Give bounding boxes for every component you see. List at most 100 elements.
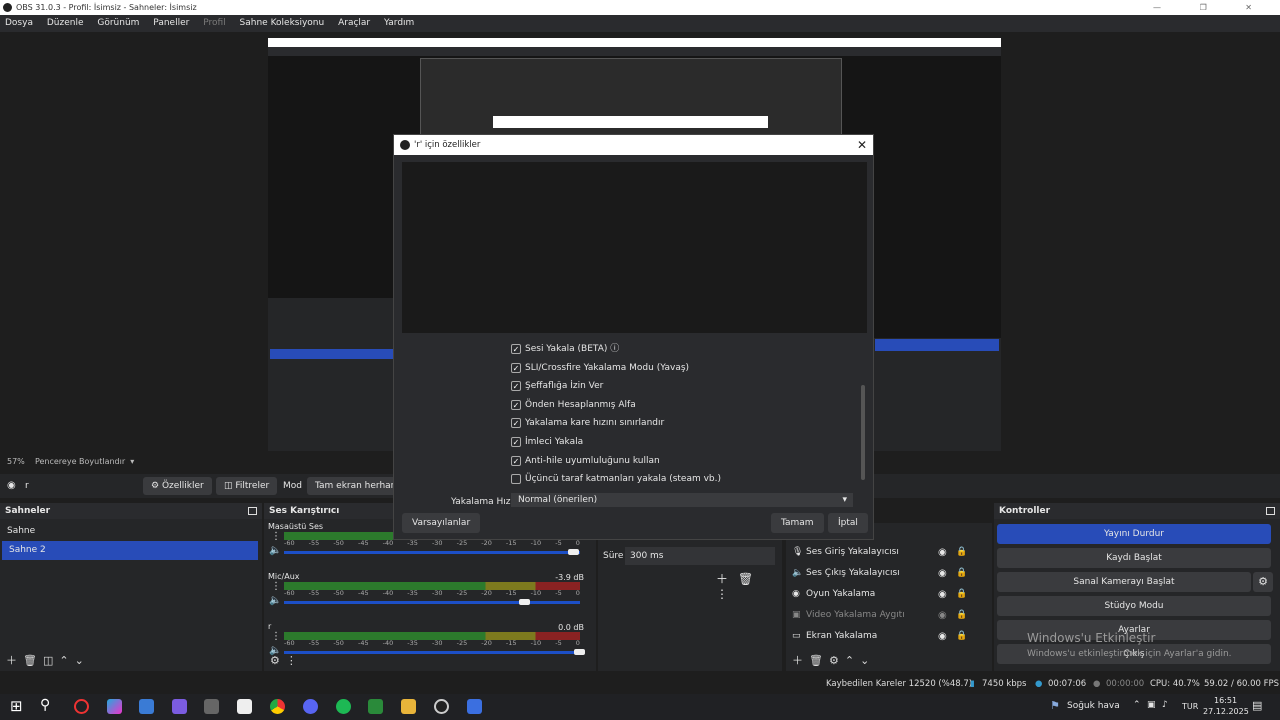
channel-menu-icon[interactable]: ⋮ [271,581,281,592]
option-checkbox[interactable]: ✓ Önden Hesaplanmış Alfa [511,398,636,412]
checkbox-checked-icon[interactable]: ✓ [511,344,521,354]
channel-menu-icon[interactable]: ⋮ [271,631,281,642]
eye-icon[interactable]: ◉ [938,584,947,605]
virtual-camera-gear-icon[interactable]: ⚙ [1253,572,1273,592]
ok-button[interactable]: Tamam [771,513,824,533]
scene-item-sahne[interactable]: Sahne [0,522,262,541]
menu-scene-collection[interactable]: Sahne Koleksiyonu [240,18,325,28]
checkbox-empty-icon[interactable] [511,474,521,485]
option-checkbox[interactable]: ✓ SLI/Crossfire Yakalama Modu (Yavaş) [511,361,689,375]
cancel-button[interactable]: İptal [828,513,868,533]
folder-icon[interactable] [401,699,416,714]
source-item[interactable]: ◉ Oyun Yakalama ◉ 🔒 [786,584,992,605]
option-checkbox[interactable]: ✓ Şeffaflığa İzin Ver [511,379,603,393]
down-arrow-icon[interactable]: ⌄ [860,654,875,667]
duration-spinbox[interactable]: 300 ms [625,547,775,565]
volume-slider[interactable] [284,601,580,604]
filter-icon[interactable]: ◫ [43,654,59,667]
properties-button[interactable]: ⚙ Özellikler [143,477,212,495]
up-arrow-icon[interactable]: ⌃ [845,654,860,667]
scene-item-sahne-2[interactable]: Sahne 2 [2,541,258,560]
checkbox-checked-icon[interactable]: ✓ [511,399,521,410]
mixer-menu-icon[interactable]: ⋮ [286,654,303,667]
discord-icon[interactable] [303,699,318,714]
trash-icon[interactable]: 🗑 [809,654,829,667]
menu-view[interactable]: Görünüm [97,18,139,28]
volume-knob[interactable] [568,549,580,555]
eye-icon[interactable]: ◉ [938,626,947,647]
clock-time[interactable]: 16:51 [1214,696,1237,705]
app2-icon[interactable] [467,699,482,714]
checkbox-checked-icon[interactable]: ✓ [511,455,521,466]
option-checkbox[interactable]: ✓ Anti-hile uyumluluğunu kullan [511,454,660,468]
menu-icon[interactable]: ⋮ [716,587,738,601]
language-indicator[interactable]: TUR [1182,702,1198,711]
option-checkbox[interactable]: ✓ Sesi Yakala (BETA) ⓘ [511,342,619,356]
window-controls[interactable]: — ❐ ✕ [1153,0,1270,15]
volume-slider[interactable] [284,551,580,554]
channel-menu-icon[interactable]: ⋮ [271,531,281,542]
weather-text[interactable]: Soğuk hava [1067,701,1120,711]
spotify-icon[interactable] [336,699,351,714]
start-virtual-camera-button[interactable]: Sanal Kamerayı Başlat [997,572,1251,592]
menu-help[interactable]: Yardım [384,18,414,28]
start-recording-button[interactable]: Kaydı Başlat [997,548,1271,568]
lock-icon[interactable]: 🔒 [956,563,967,584]
network-icon[interactable]: ▣ [1147,700,1156,710]
dialog-scrollbar[interactable] [861,385,865,480]
option-checkbox[interactable]: ✓ Yakalama kare hızını sınırlandır [511,416,664,430]
up-arrow-icon[interactable]: ⌃ [59,654,74,667]
advanced-audio-icon[interactable]: ⚙ [270,654,286,667]
tray-chevron-icon[interactable]: ⌃ [1133,700,1141,710]
down-arrow-icon[interactable]: ⌄ [75,654,90,667]
help-icon[interactable]: ⓘ [610,344,619,354]
source-item[interactable]: 🔈 Ses Çıkış Yakalayıcısı ◉ 🔒 [786,563,992,584]
vpn-icon[interactable] [172,699,187,714]
mic-tray-icon[interactable]: ♪ [1162,700,1168,710]
eye-icon[interactable]: ◉ [938,542,947,563]
menu-edit[interactable]: Düzenle [47,18,84,28]
menu-docks[interactable]: Paneller [153,18,189,28]
source-item[interactable]: 🎙 Ses Giriş Yakalayıcısı ◉ 🔒 [786,542,992,563]
clock-date[interactable]: 27.12.2025 [1203,707,1249,716]
lock-icon[interactable]: 🔒 [956,605,967,626]
lock-icon[interactable]: 🔒 [956,542,967,563]
add-icon[interactable]: ＋ [716,572,738,586]
menu-profile[interactable]: Profil [203,18,225,28]
add-icon[interactable]: ＋ [792,654,809,667]
gear-icon[interactable]: ⚙ [829,654,845,667]
popout-icon[interactable] [1266,507,1275,515]
lock-icon[interactable]: 🔒 [956,584,967,605]
store-icon[interactable] [139,699,154,714]
eye-hidden-icon[interactable]: ◉ [938,605,947,626]
source-item[interactable]: ▣ Video Yakalama Aygıtı ◉ 🔒 [786,605,992,626]
lock-icon[interactable]: 🔒 [956,626,967,647]
mode-select[interactable]: Tam ekran herhangi [307,477,397,495]
app-icon[interactable] [368,699,383,714]
zoom-mode-select[interactable]: Pencereye Boyutlandır [35,457,125,466]
popout-icon[interactable] [248,507,257,515]
start-icon[interactable]: ⊞ [10,697,23,715]
chrome-icon[interactable] [270,699,285,714]
close-icon[interactable]: ✕ [857,135,867,155]
checkbox-checked-icon[interactable]: ✓ [511,437,521,447]
eye-icon[interactable]: ◉ [938,563,947,584]
opera-icon[interactable] [74,699,89,714]
stop-streaming-button[interactable]: Yayını Durdur [997,524,1271,544]
add-icon[interactable]: ＋ [6,654,23,667]
chevron-down-icon[interactable]: ▾ [128,457,134,466]
capture-rate-select[interactable]: Normal (önerilen) ▾ [511,493,853,507]
notepad-icon[interactable] [237,699,252,714]
studio-mode-button[interactable]: Stüdyo Modu [997,596,1271,616]
copilot-icon[interactable] [107,699,122,714]
trash-icon[interactable]: 🗑 [23,654,43,667]
obs-taskbar-icon[interactable] [434,699,449,714]
notification-icon[interactable]: ▤ [1252,699,1262,712]
checkbox-checked-icon[interactable]: ✓ [511,418,521,429]
option-checkbox[interactable]: Üçüncü taraf katmanları yakala (steam vb… [511,472,721,486]
trash-icon[interactable]: 🗑 [738,572,763,586]
speaker-icon[interactable]: 🔈 [269,595,281,606]
defaults-button[interactable]: Varsayılanlar [402,513,481,533]
pen-icon[interactable] [204,699,219,714]
speaker-icon[interactable]: 🔈 [269,545,281,556]
